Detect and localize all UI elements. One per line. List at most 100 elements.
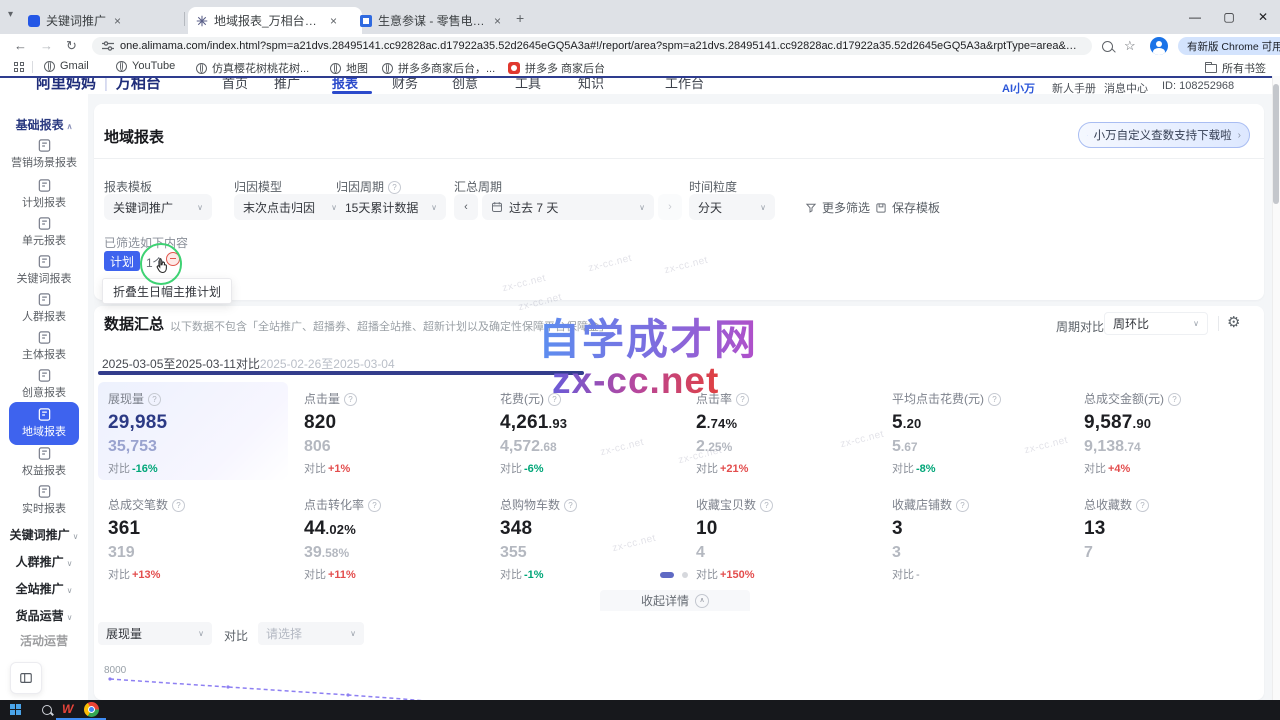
nav-tools[interactable]: 工具 <box>515 78 541 92</box>
sidebar-item-unit-report[interactable]: 单元报表 <box>0 216 88 248</box>
browser-tab-1[interactable]: 关键词推广 × <box>20 7 198 34</box>
tab-close-icon[interactable]: × <box>330 14 337 28</box>
cards-pagination[interactable] <box>660 572 688 578</box>
attribution-period-select[interactable]: 15天累计数据∨ <box>336 194 446 220</box>
sidebar-item-realtime-report[interactable]: 实时报表 <box>0 484 88 516</box>
date-range-select[interactable]: 过去 7 天∨ <box>482 194 654 220</box>
browser-menu-icon[interactable]: ⋮ <box>1264 38 1276 52</box>
sidebar-item-subject-report[interactable]: 主体报表 <box>0 330 88 362</box>
metric-card-total-favorites[interactable]: 总收藏数? 13 7 <box>1074 488 1264 586</box>
chrome-taskbar-icon[interactable] <box>84 702 99 717</box>
apps-grid-icon[interactable] <box>14 62 24 72</box>
pagination-dot[interactable] <box>682 572 688 578</box>
sidebar-item-region-report-active[interactable]: 地域报表 <box>9 402 79 445</box>
sidebar-group-keyword-promotion[interactable]: 关键词推广∨ <box>0 526 88 543</box>
sidebar-group-audience-promotion[interactable]: 人群推广∨ <box>0 553 88 570</box>
page-scrollbar-thumb[interactable] <box>1273 84 1279 204</box>
nav-creative[interactable]: 创意 <box>452 78 478 92</box>
new-tab-button[interactable]: + <box>516 10 524 26</box>
report-template-select[interactable]: 关键词推广∨ <box>104 194 212 220</box>
help-icon[interactable]: ? <box>760 499 773 512</box>
sidebar-item-marketing-scene-report[interactable]: 营销场景报表 <box>0 138 88 170</box>
back-icon[interactable]: ← <box>14 38 27 53</box>
bookmark-item[interactable]: 仿真樱花树桃花树... <box>196 60 309 76</box>
bookmark-item[interactable]: 拼多多 商家后台 <box>508 60 605 76</box>
help-icon[interactable]: ? <box>956 499 969 512</box>
profile-avatar[interactable] <box>1150 37 1168 55</box>
help-icon[interactable]: ? <box>1136 499 1149 512</box>
period-next-button[interactable]: › <box>658 194 682 220</box>
site-settings-icon[interactable] <box>102 41 114 51</box>
help-icon[interactable]: ? <box>172 499 185 512</box>
nav-home[interactable]: 首页 <box>222 78 248 92</box>
gear-icon[interactable]: ⚙ <box>1227 313 1240 331</box>
bookmark-youtube[interactable]: YouTube <box>116 60 175 72</box>
nav-report-active[interactable]: 报表 <box>332 78 358 92</box>
more-filters-button[interactable]: 更多筛选 <box>805 199 870 216</box>
metric-card-clicks[interactable]: 点击量? 820 806 对比+1% <box>294 382 484 480</box>
chart-compare-select[interactable]: 请选择∨ <box>258 622 364 645</box>
sidebar-group-sitewide-promotion[interactable]: 全站推广∨ <box>0 580 88 597</box>
attribution-model-select[interactable]: 末次点击归因∨ <box>234 194 346 220</box>
bookmark-item[interactable]: 地图 <box>330 60 368 76</box>
nav-knowledge[interactable]: 知识 <box>578 78 604 92</box>
help-icon[interactable]: ? <box>736 393 749 406</box>
sidebar-item-plan-report[interactable]: 计划报表 <box>0 178 88 210</box>
period-compare-select[interactable]: 周环比∨ <box>1104 312 1208 335</box>
pagination-dot-active[interactable] <box>660 572 674 578</box>
time-granularity-select[interactable]: 分天∨ <box>689 194 775 220</box>
zoom-icon[interactable] <box>1102 41 1113 52</box>
tab-close-icon[interactable]: × <box>114 14 121 28</box>
metric-card-total-gmv[interactable]: 总成交金额(元)? 9,587.90 9,138.74 对比+4% <box>1074 382 1264 480</box>
sidebar-section-basic-reports[interactable]: 基础报表∧ <box>0 116 88 133</box>
help-icon[interactable]: ? <box>564 499 577 512</box>
metric-card-avg-cpc[interactable]: 平均点击花费(元)? 5.20 5.67 对比-8% <box>882 382 1072 480</box>
help-icon[interactable]: ? <box>388 181 401 194</box>
browser-tab-2-active[interactable]: 地域报表_万相台无界版 × <box>188 7 362 34</box>
xiaowan-download-banner[interactable]: 小万自定义查数支持下载啦 › <box>1078 122 1250 148</box>
help-icon[interactable]: ? <box>1168 393 1181 406</box>
sidebar-item-rights-report[interactable]: 权益报表 <box>0 446 88 478</box>
sidebar-item-audience-report[interactable]: 人群报表 <box>0 292 88 324</box>
wps-taskbar-icon[interactable]: W <box>62 702 73 716</box>
metric-card-cvr[interactable]: 点击转化率? 44.02% 39.58% 对比+11% <box>294 488 484 586</box>
tab-close-icon[interactable]: × <box>494 14 501 28</box>
all-bookmarks-button[interactable]: 所有书签 <box>1205 60 1266 76</box>
sidebar-collapse-button[interactable] <box>10 662 42 694</box>
save-template-button[interactable]: 保存模板 <box>875 199 940 216</box>
message-center-link[interactable]: 消息中心 <box>1104 80 1148 94</box>
help-icon[interactable]: ? <box>368 499 381 512</box>
collapse-details-button[interactable]: 收起详情∧ <box>600 590 750 611</box>
tab-search-icon[interactable]: ▾ <box>8 9 13 20</box>
address-bar[interactable]: one.alimama.com/index.html?spm=a21dvs.28… <box>92 37 1092 55</box>
nav-finance[interactable]: 财务 <box>392 78 418 92</box>
window-maximize-button[interactable]: ▢ <box>1212 0 1246 34</box>
window-close-button[interactable]: ✕ <box>1246 0 1280 34</box>
sidebar-item-creative-report[interactable]: 创意报表 <box>0 368 88 400</box>
bookmark-gmail[interactable]: Gmail <box>44 60 89 72</box>
help-icon[interactable]: ? <box>988 393 1001 406</box>
sidebar-group-goods-operation[interactable]: 货品运营∨ <box>0 607 88 624</box>
ai-xiaowan-link[interactable]: AI小万 <box>1002 80 1035 94</box>
sidebar-group-activity-operation[interactable]: 活动运营 <box>0 632 88 649</box>
nav-promotion[interactable]: 推广 <box>274 78 300 92</box>
help-icon[interactable]: ? <box>344 393 357 406</box>
nav-workbench[interactable]: 工作台 <box>665 78 704 92</box>
reload-icon[interactable]: ↻ <box>66 38 77 54</box>
browser-tab-3[interactable]: 生意参谋 - 零售电商大数据产… × <box>352 7 516 34</box>
chart-metric-select[interactable]: 展现量∨ <box>98 622 212 645</box>
forward-icon[interactable]: → <box>40 38 53 53</box>
bookmark-item[interactable]: 拼多多商家后台，... <box>382 60 495 76</box>
plan-filter-tag[interactable]: 计划 <box>104 251 140 271</box>
window-minimize-button[interactable]: — <box>1178 0 1212 34</box>
start-button-icon[interactable] <box>10 704 22 716</box>
metric-card-shop-favorites[interactable]: 收藏店铺数? 3 3 对比- <box>882 488 1072 586</box>
metric-card-item-favorites[interactable]: 收藏宝贝数? 10 4 对比+150% <box>686 488 876 586</box>
metric-card-total-orders[interactable]: 总成交笔数? 361 319 对比+13% <box>98 488 288 586</box>
taskbar-search-icon[interactable] <box>42 705 52 715</box>
period-previous-button[interactable]: ‹ <box>454 194 478 220</box>
newbie-manual-link[interactable]: 新人手册 <box>1052 80 1096 94</box>
help-icon[interactable]: ? <box>148 393 161 406</box>
bookmark-star-icon[interactable]: ☆ <box>1124 38 1136 54</box>
metric-card-impressions[interactable]: 展现量? 29,985 35,753 对比-16% <box>98 382 288 480</box>
